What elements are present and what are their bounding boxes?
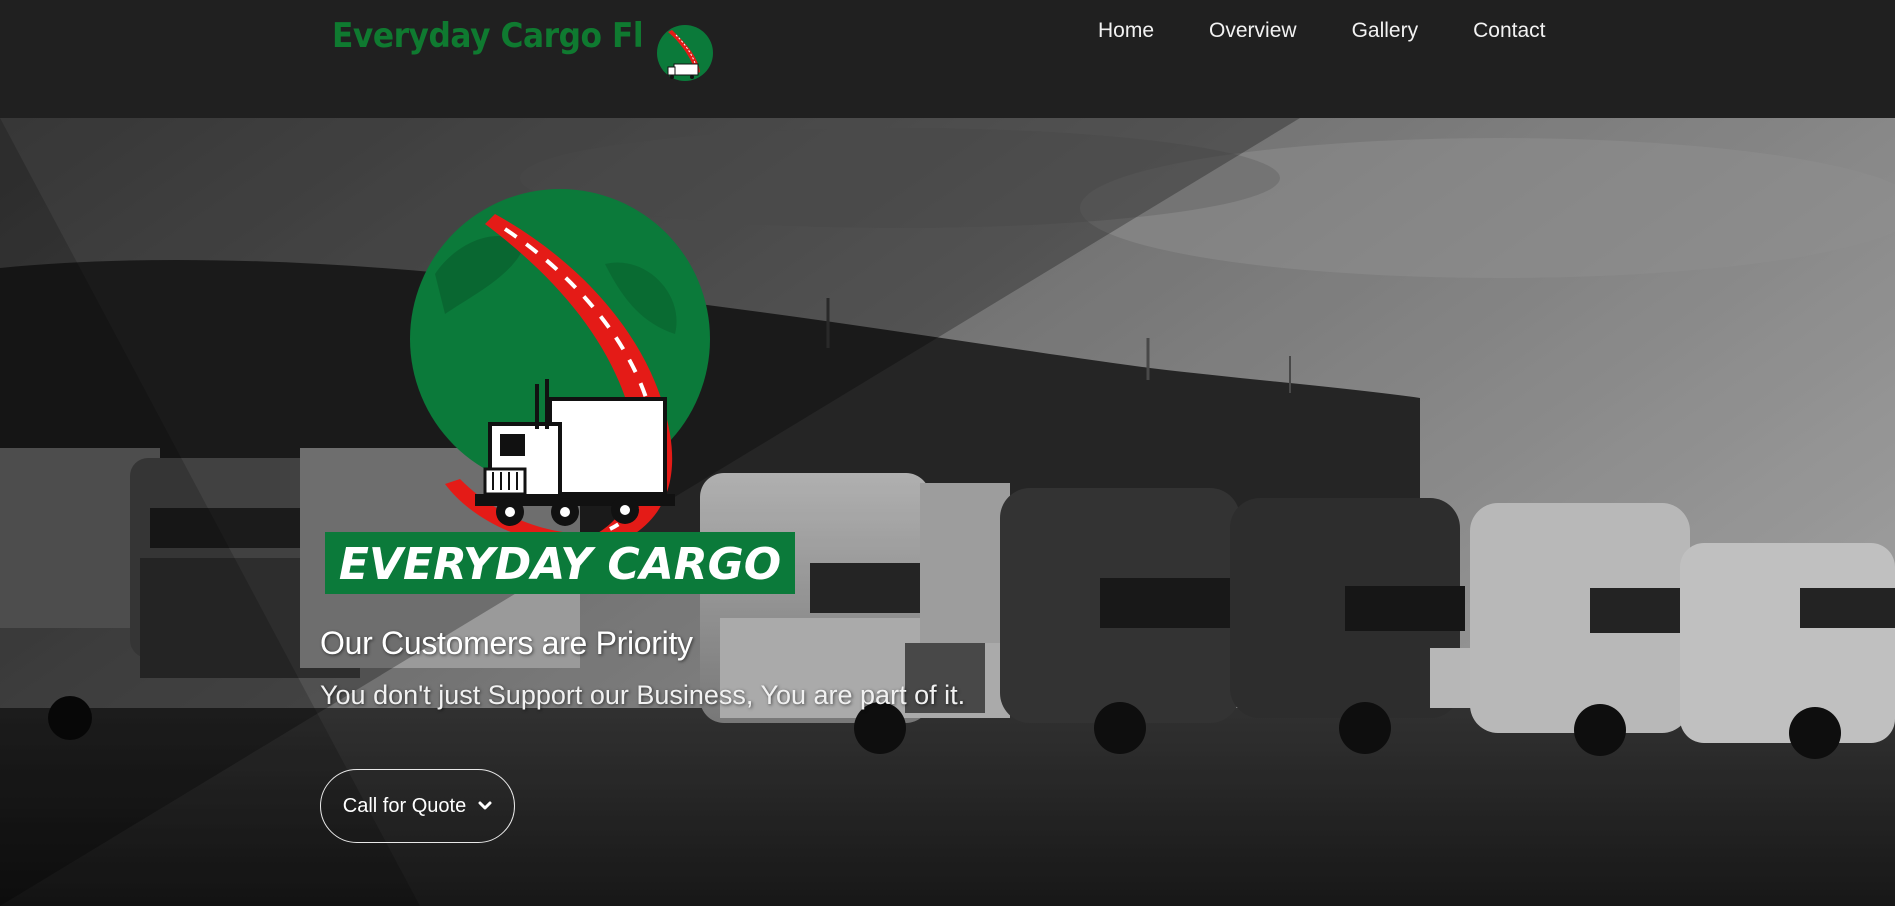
main-nav: Home Overview Gallery Contact <box>1098 18 1600 44</box>
hero-logo-wordmark: EVERYDAY CARGO <box>339 539 781 590</box>
hero-section: EVERYDAY CARGO Our Customers are Priorit… <box>0 118 1895 906</box>
top-navbar: Everyday Cargo Fl Home Overview Gallery … <box>0 0 1895 118</box>
everyday-cargo-logo: EVERYDAY CARGO <box>325 189 795 594</box>
nav-gallery-link[interactable]: Gallery <box>1352 18 1419 44</box>
brand-name[interactable]: Everyday Cargo Fl <box>332 16 644 56</box>
nav-overview-link[interactable]: Overview <box>1209 18 1297 44</box>
call-for-quote-label: Call for Quote <box>342 794 467 817</box>
nav-home-link[interactable]: Home <box>1098 18 1154 44</box>
call-for-quote-button[interactable]: Call for Quote <box>320 769 515 843</box>
hero-subtitle: You don't just Support our Business, You… <box>320 680 966 710</box>
globe-truck-logo-icon[interactable] <box>652 20 718 90</box>
nav-contact-link[interactable]: Contact <box>1473 18 1545 44</box>
hero-title: Our Customers are Priority <box>320 625 693 661</box>
chevron-down-icon <box>478 801 492 810</box>
hero-background-photo <box>0 118 1895 906</box>
